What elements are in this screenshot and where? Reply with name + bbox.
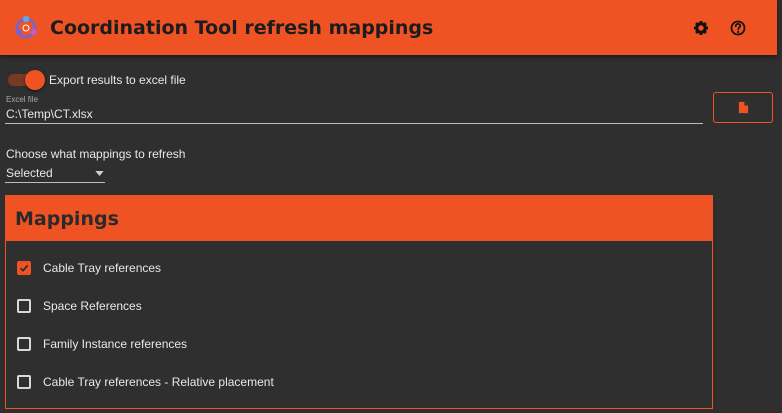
gear-icon[interactable] <box>692 19 710 37</box>
browse-file-button[interactable] <box>713 92 773 123</box>
select-value: Selected <box>6 166 53 180</box>
excel-file-path-input[interactable] <box>5 104 703 124</box>
title-bar: Coordination Tool refresh mappings <box>0 0 777 55</box>
mappings-title: Mappings <box>15 208 119 230</box>
checkbox-unchecked[interactable] <box>17 299 31 313</box>
mapping-item-label: Family Instance references <box>43 337 188 351</box>
checkbox-unchecked[interactable] <box>17 337 31 351</box>
mapping-item-label: Space References <box>43 299 142 313</box>
export-toggle[interactable] <box>7 70 45 90</box>
chevron-down-icon <box>95 171 104 176</box>
export-toggle-label: Export results to excel file <box>49 73 186 87</box>
help-icon[interactable] <box>729 19 747 37</box>
refresh-choice-label: Choose what mappings to refresh <box>6 147 186 161</box>
mappings-panel-header: Mappings <box>6 196 712 241</box>
app-title: Coordination Tool refresh mappings <box>50 17 434 39</box>
mapping-item-label: Cable Tray references <box>43 261 162 275</box>
check-icon <box>19 264 29 272</box>
mapping-item-cable-tray-relative[interactable]: Cable Tray references - Relative placeme… <box>16 372 516 392</box>
excel-file-label: Excel file <box>6 95 39 104</box>
checkbox-unchecked[interactable] <box>17 375 31 389</box>
refresh-scope-select[interactable]: Selected <box>5 163 105 183</box>
mapping-item-family-instance[interactable]: Family Instance references <box>16 334 516 354</box>
toggle-knob <box>25 70 45 90</box>
app-logo-icon <box>15 15 37 39</box>
mapping-item-cable-tray[interactable]: Cable Tray references <box>16 258 516 278</box>
mappings-panel: Mappings Cable Tray references Space Ref… <box>5 195 713 409</box>
mapping-item-label: Cable Tray references - Relative placeme… <box>43 375 274 389</box>
file-icon <box>738 101 749 114</box>
mapping-item-space[interactable]: Space References <box>16 296 516 316</box>
checkbox-checked[interactable] <box>17 261 31 275</box>
